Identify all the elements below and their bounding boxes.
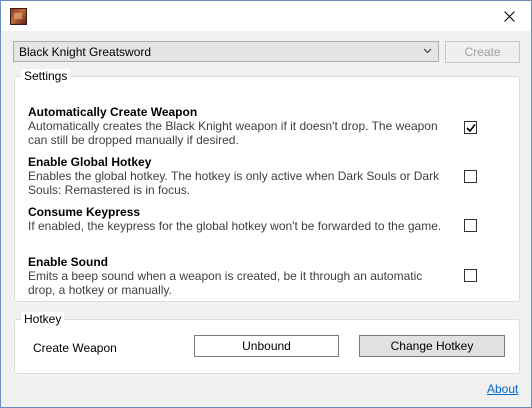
hotkey-group: Hotkey Create Weapon Unbound Change Hotk… xyxy=(14,312,520,374)
option-enable-sound: Enable Sound Emits a beep sound when a w… xyxy=(28,255,448,297)
option-title: Automatically Create Weapon xyxy=(28,105,198,119)
option-title: Enable Sound xyxy=(28,255,109,269)
weapon-dropdown[interactable]: Black Knight Greatsword xyxy=(13,41,439,62)
about-link[interactable]: About xyxy=(487,382,518,396)
option-title: Consume Keypress xyxy=(28,205,141,219)
chevron-down-icon xyxy=(423,48,432,54)
checkmark-icon xyxy=(466,124,476,133)
settings-group: Settings Automatically Create Weapon Aut… xyxy=(14,69,520,302)
auto-create-checkbox[interactable] xyxy=(464,121,477,134)
option-description: Enables the global hotkey. The hotkey is… xyxy=(28,169,440,197)
global-hotkey-checkbox[interactable] xyxy=(464,170,477,183)
title-bar xyxy=(1,1,531,31)
consume-keypress-checkbox[interactable] xyxy=(464,219,477,232)
create-button[interactable]: Create xyxy=(445,41,520,63)
app-window: Black Knight Greatsword Create Settings … xyxy=(0,0,532,408)
option-description: If enabled, the keypress for the global … xyxy=(28,219,442,233)
option-consume-keypress: Consume Keypress If enabled, the keypres… xyxy=(28,205,448,233)
app-icon xyxy=(10,8,27,25)
close-button[interactable] xyxy=(487,1,531,31)
change-hotkey-button[interactable]: Change Hotkey xyxy=(359,335,505,357)
close-icon xyxy=(503,10,515,22)
hotkey-binding-display: Unbound xyxy=(194,335,339,357)
settings-group-label: Settings xyxy=(21,69,71,83)
hotkey-action-label: Create Weapon xyxy=(33,341,117,355)
weapon-dropdown-value: Black Knight Greatsword xyxy=(19,45,152,59)
option-description: Emits a beep sound when a weapon is crea… xyxy=(28,269,423,297)
option-global-hotkey: Enable Global Hotkey Enables the global … xyxy=(28,155,448,197)
hotkey-group-label: Hotkey xyxy=(21,312,65,326)
option-description: Automatically creates the Black Knight w… xyxy=(28,119,438,147)
option-title: Enable Global Hotkey xyxy=(28,155,152,169)
option-auto-create: Automatically Create Weapon Automaticall… xyxy=(28,105,448,147)
enable-sound-checkbox[interactable] xyxy=(464,269,477,282)
